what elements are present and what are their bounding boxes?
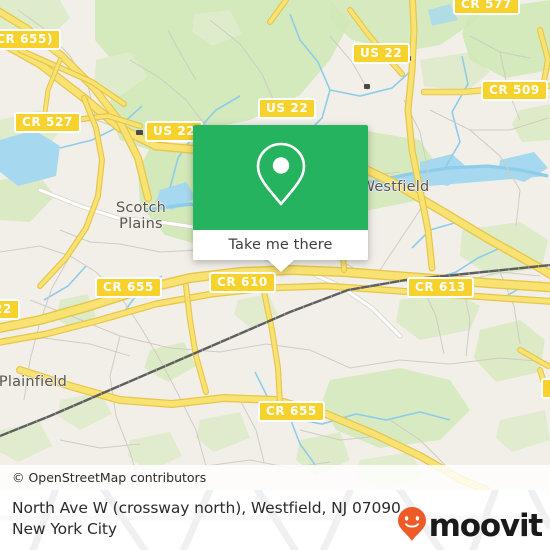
page-title-line2: New York City xyxy=(12,520,117,538)
road-shield-cr-527[interactable]: CR 527 xyxy=(14,112,81,133)
road-shield-cr-655-top-left[interactable]: (CR 655) xyxy=(0,29,62,50)
take-me-there-label: Take me there xyxy=(228,237,333,253)
road-shield-us-22-top[interactable]: US 22 xyxy=(352,43,411,64)
road-shield-cr-509-edge[interactable]: 5 xyxy=(541,378,550,399)
location-popup[interactable]: Take me there xyxy=(193,125,368,272)
map-canvas[interactable]: .grn { fill:#cfe8b4; } .grn2 { fill:#dfe… xyxy=(0,0,550,490)
road-shield-cr-655-left[interactable]: CR 655 xyxy=(95,277,162,298)
road-shield-cr-509[interactable]: CR 509 xyxy=(481,80,548,101)
road-shield-cr-613[interactable]: CR 613 xyxy=(407,277,474,298)
moovit-wordmark: moovit xyxy=(428,508,544,544)
map-attribution[interactable]: © OpenStreetMap contributors xyxy=(0,465,550,490)
moovit-brand[interactable]: moovit xyxy=(397,506,544,547)
road-shield-cr-655-bottom[interactable]: CR 655 xyxy=(258,401,325,422)
moovit-pin-smiley-icon xyxy=(397,506,427,547)
popup-pointer xyxy=(267,260,294,272)
road-shield-us-22-upper[interactable]: US 22 xyxy=(258,98,317,119)
road-shield-us-22-edge[interactable]: 22 xyxy=(0,299,20,320)
road-shield-cr-610[interactable]: CR 610 xyxy=(209,272,276,293)
popup-header xyxy=(193,125,368,230)
page-title: North Ave W (crossway north), Westfield,… xyxy=(12,498,412,540)
popup-body: Take me there xyxy=(193,125,368,260)
attribution-text: © OpenStreetMap contributors xyxy=(12,470,207,485)
map-screenshot: .grn { fill:#cfe8b4; } .grn2 { fill:#dfe… xyxy=(0,0,550,550)
road-shield-cr-577[interactable]: CR 577 xyxy=(453,0,520,15)
map-pin-icon xyxy=(253,140,309,215)
take-me-there-button[interactable]: Take me there xyxy=(193,230,368,260)
footer-bar: North Ave W (crossway north), Westfield,… xyxy=(0,490,550,550)
page-title-line1: North Ave W (crossway north), Westfield,… xyxy=(12,499,406,517)
